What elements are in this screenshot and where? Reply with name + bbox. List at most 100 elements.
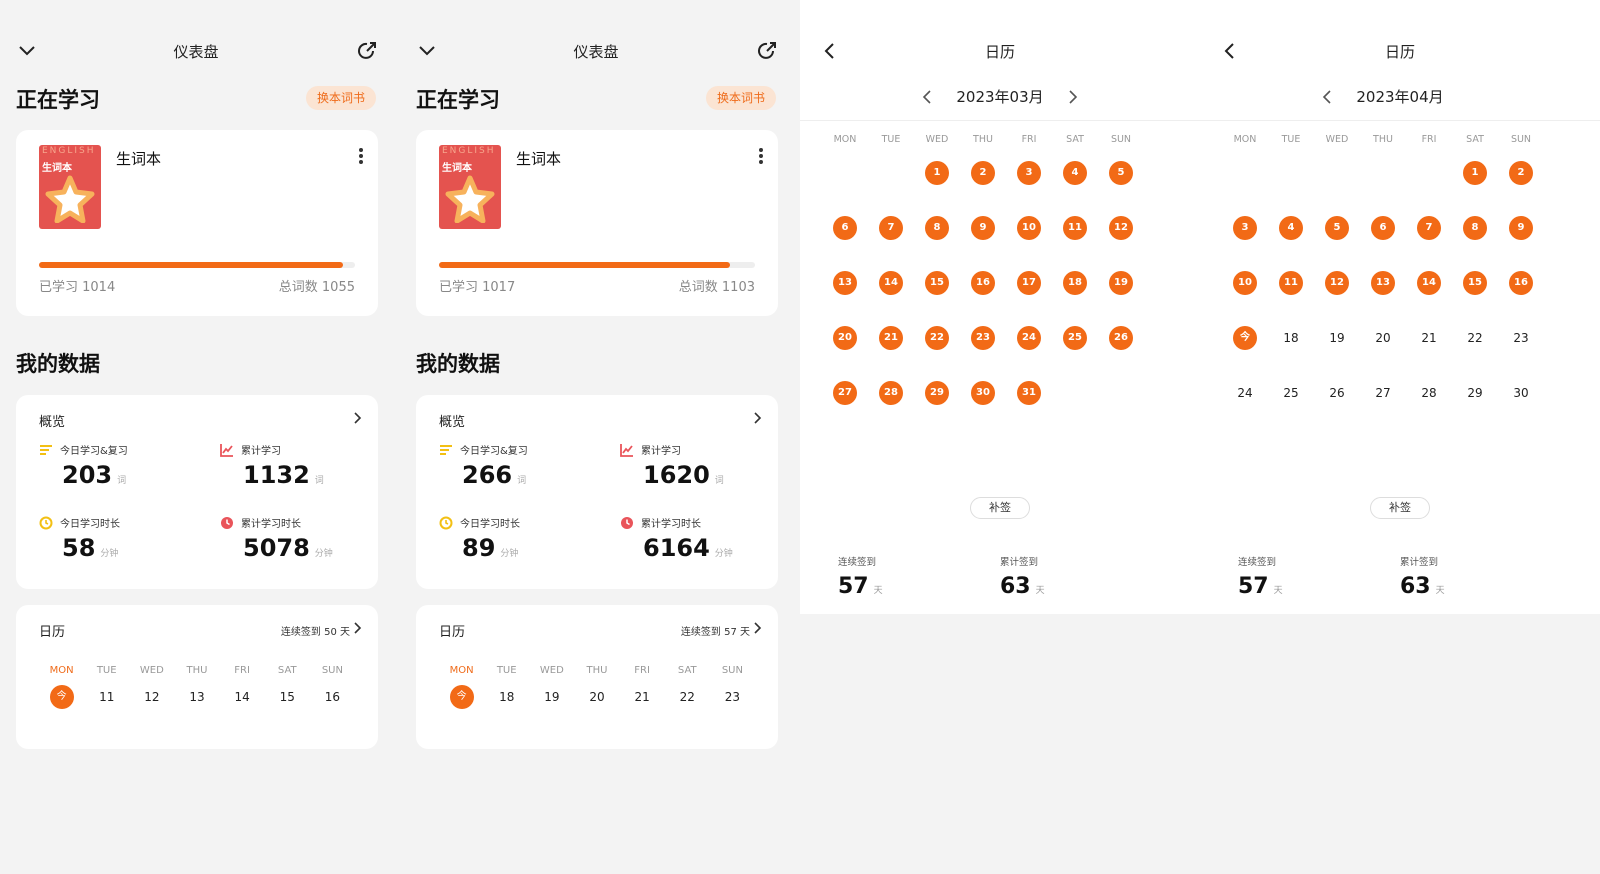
day-cell[interactable]: 20: [1371, 326, 1395, 350]
day-cell[interactable]: 16: [971, 271, 995, 295]
day-today[interactable]: 今: [449, 685, 474, 709]
prev-month-icon[interactable]: [922, 89, 932, 104]
day-cell[interactable]: 22: [675, 685, 699, 709]
day-cell[interactable]: 6: [833, 216, 857, 240]
day-cell[interactable]: 17: [1017, 271, 1041, 295]
day-cell[interactable]: 2: [971, 161, 995, 185]
day-cell[interactable]: 12: [1325, 271, 1349, 295]
swap-book-button[interactable]: 换本词书: [705, 86, 776, 110]
day-cell[interactable]: 6: [1371, 216, 1395, 240]
day-cell[interactable]: 19: [540, 685, 564, 709]
day-cell[interactable]: 10: [1017, 216, 1041, 240]
day-cell[interactable]: 29: [925, 381, 949, 405]
day-cell[interactable]: 26: [1109, 326, 1133, 350]
chevron-down-icon[interactable]: [416, 41, 438, 61]
day-cell[interactable]: 14: [230, 685, 254, 709]
back-icon[interactable]: [1218, 41, 1240, 61]
chevron-right-icon[interactable]: [354, 412, 362, 424]
day-cell[interactable]: 7: [1417, 216, 1441, 240]
day-cell[interactable]: 27: [833, 381, 857, 405]
day-cell[interactable]: 22: [925, 326, 949, 350]
day-cell[interactable]: 9: [1509, 216, 1533, 240]
day-cell[interactable]: 4: [1279, 216, 1303, 240]
day-cell[interactable]: 3: [1233, 216, 1257, 240]
chevron-right-icon[interactable]: [354, 622, 362, 634]
day-cell[interactable]: 13: [185, 685, 209, 709]
day-cell[interactable]: 3: [1017, 161, 1041, 185]
back-icon[interactable]: [818, 41, 840, 61]
day-cell[interactable]: 22: [1463, 326, 1487, 350]
day-cell[interactable]: 8: [925, 216, 949, 240]
chevron-right-icon[interactable]: [754, 622, 762, 634]
day-cell[interactable]: 1: [925, 161, 949, 185]
day-cell[interactable]: 13: [833, 271, 857, 295]
chevron-right-icon[interactable]: [754, 412, 762, 424]
swap-book-button[interactable]: 换本词书: [305, 86, 376, 110]
day-cell[interactable]: 12: [1109, 216, 1133, 240]
day-cell[interactable]: 19: [1325, 326, 1349, 350]
calendar-card[interactable]: 日历 连续签到 50 天 MON TUE WED THU FRI SAT SUN…: [16, 605, 378, 749]
day-cell[interactable]: 15: [275, 685, 299, 709]
day-cell[interactable]: 18: [1063, 271, 1087, 295]
day-cell[interactable]: 11: [1279, 271, 1303, 295]
supplement-sign-button[interactable]: 补签: [970, 497, 1030, 519]
day-cell[interactable]: 16: [320, 685, 344, 709]
day-cell[interactable]: 11: [95, 685, 119, 709]
day-cell[interactable]: 20: [833, 326, 857, 350]
day-cell[interactable]: 1: [1463, 161, 1487, 185]
day-today[interactable]: 今: [49, 685, 74, 709]
day-cell[interactable]: 9: [971, 216, 995, 240]
day-cell[interactable]: 26: [1325, 381, 1349, 405]
next-month-icon[interactable]: [1068, 89, 1078, 104]
day-cell[interactable]: 4: [1063, 161, 1087, 185]
day-cell[interactable]: 27: [1371, 381, 1395, 405]
day-cell[interactable]: 12: [140, 685, 164, 709]
day-cell[interactable]: 23: [720, 685, 744, 709]
more-icon[interactable]: [358, 148, 364, 164]
day-cell[interactable]: 5: [1109, 161, 1133, 185]
day-cell[interactable]: 31: [1017, 381, 1041, 405]
day-cell[interactable]: 24: [1017, 326, 1041, 350]
day-cell[interactable]: 30: [971, 381, 995, 405]
day-cell[interactable]: 28: [879, 381, 903, 405]
overview-card[interactable]: 概览 今日学习&复习 203 词 累计学习 1132 词 今日学习时长 58 分钟 累…: [16, 395, 378, 589]
day-cell[interactable]: 11: [1063, 216, 1087, 240]
day-cell[interactable]: 5: [1325, 216, 1349, 240]
day-cell[interactable]: 15: [1463, 271, 1487, 295]
day-cell[interactable]: 7: [879, 216, 903, 240]
day-cell[interactable]: 23: [971, 326, 995, 350]
day-cell[interactable]: 14: [1417, 271, 1441, 295]
day-cell[interactable]: 15: [925, 271, 949, 295]
chevron-down-icon[interactable]: [16, 41, 38, 61]
day-cell[interactable]: 28: [1417, 381, 1441, 405]
day-cell[interactable]: 30: [1509, 381, 1533, 405]
day-cell[interactable]: 20: [585, 685, 609, 709]
day-cell[interactable]: 14: [879, 271, 903, 295]
day-cell[interactable]: 18: [1279, 326, 1303, 350]
day-cell[interactable]: 8: [1463, 216, 1487, 240]
day-cell[interactable]: 今: [1233, 326, 1257, 350]
prev-month-icon[interactable]: [1322, 89, 1332, 104]
supplement-sign-button[interactable]: 补签: [1370, 497, 1430, 519]
more-icon[interactable]: [758, 148, 764, 164]
day-cell[interactable]: 21: [1417, 326, 1441, 350]
share-icon[interactable]: [356, 40, 378, 62]
overview-card[interactable]: 概览 今日学习&复习 266 词 累计学习 1620 词 今日学习时长 89 分钟 累…: [416, 395, 778, 589]
day-cell[interactable]: 19: [1109, 271, 1133, 295]
share-icon[interactable]: [756, 40, 778, 62]
day-cell[interactable]: 18: [495, 685, 519, 709]
day-cell[interactable]: 29: [1463, 381, 1487, 405]
day-cell[interactable]: 2: [1509, 161, 1533, 185]
book-card[interactable]: ENGLISH 生词本 生词本 已学习 1014 总词数 1055: [16, 130, 378, 316]
day-cell[interactable]: 25: [1279, 381, 1303, 405]
day-cell[interactable]: 21: [630, 685, 654, 709]
day-cell[interactable]: 25: [1063, 326, 1087, 350]
calendar-card[interactable]: 日历 连续签到 57 天 MON TUE WED THU FRI SAT SUN…: [416, 605, 778, 749]
day-cell[interactable]: 21: [879, 326, 903, 350]
day-cell[interactable]: 23: [1509, 326, 1533, 350]
book-card[interactable]: ENGLISH 生词本 生词本 已学习 1017 总词数 1103: [416, 130, 778, 316]
day-cell[interactable]: 10: [1233, 271, 1257, 295]
day-cell[interactable]: 13: [1371, 271, 1395, 295]
next-month-icon[interactable]: [1468, 89, 1478, 104]
day-cell[interactable]: 24: [1233, 381, 1257, 405]
